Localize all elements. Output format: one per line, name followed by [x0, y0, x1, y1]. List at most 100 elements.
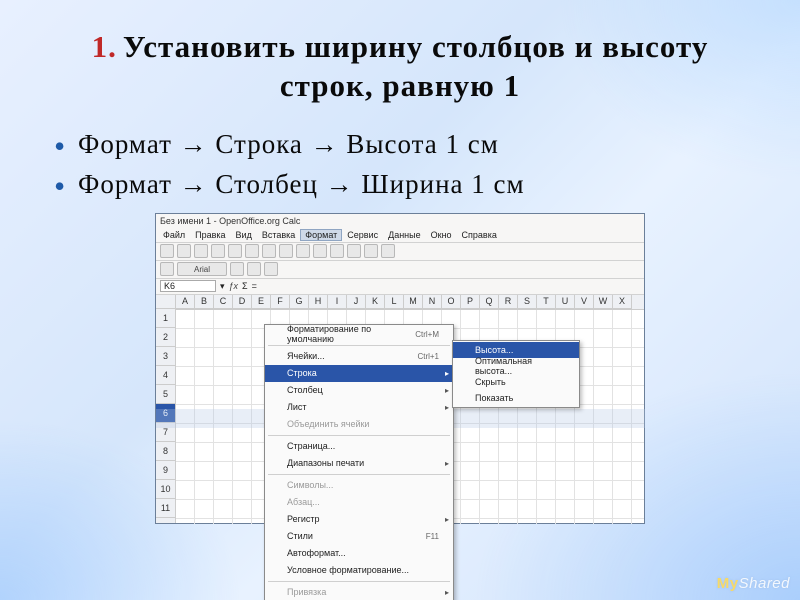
row-header[interactable]: 11 — [156, 499, 175, 518]
toolbar-button[interactable] — [177, 244, 191, 258]
bullet-item: Формат → Столбец → Ширина 1 см — [56, 164, 754, 205]
menu-item[interactable]: Автоформат... — [265, 545, 453, 562]
col-header[interactable]: M — [404, 295, 423, 309]
toolbar-button[interactable] — [194, 244, 208, 258]
col-header[interactable]: V — [575, 295, 594, 309]
menu-view[interactable]: Вид — [231, 230, 257, 240]
menu-item: Абзац... — [265, 494, 453, 511]
row-header[interactable]: 2 — [156, 328, 175, 347]
slide-title-text: Установить ширину столбцов и высоту стро… — [123, 29, 708, 103]
row-submenu: Высота...Оптимальная высота...СкрытьПока… — [452, 340, 580, 408]
menu-item[interactable]: Условное форматирование... — [265, 562, 453, 579]
col-header[interactable]: A — [176, 295, 195, 309]
column-headers: A B C D E F G H I J K L M N O P Q — [176, 295, 644, 310]
menu-item[interactable]: Столбец — [265, 382, 453, 399]
col-header[interactable]: J — [347, 295, 366, 309]
toolbar-button[interactable] — [364, 244, 378, 258]
formula-bar: K6 ▾ ƒx Σ = — [156, 279, 644, 295]
toolbar-button[interactable] — [160, 262, 174, 276]
menu-item[interactable]: Ячейки...Ctrl+1 — [265, 348, 453, 365]
toolbar-button[interactable] — [211, 244, 225, 258]
toolbar-button[interactable] — [245, 244, 259, 258]
row-header[interactable]: 9 — [156, 461, 175, 480]
toolbar-standard — [156, 243, 644, 261]
col-header[interactable]: S — [518, 295, 537, 309]
watermark: MyShared — [717, 575, 790, 592]
col-header[interactable]: Q — [480, 295, 499, 309]
toolbar-button[interactable] — [381, 244, 395, 258]
corner-cell[interactable] — [156, 295, 175, 309]
menu-edit[interactable]: Правка — [190, 230, 230, 240]
col-header[interactable]: P — [461, 295, 480, 309]
col-header[interactable]: G — [290, 295, 309, 309]
sigma-icon[interactable]: Σ — [242, 281, 248, 291]
toolbar-button[interactable] — [262, 244, 276, 258]
col-header[interactable]: U — [556, 295, 575, 309]
chevron-down-icon[interactable]: ▾ — [220, 281, 225, 292]
row-header[interactable]: 8 — [156, 442, 175, 461]
calc-screenshot: Без имени 1 - OpenOffice.org Calc Файл П… — [155, 213, 645, 524]
watermark-part1: My — [717, 575, 739, 592]
menu-help[interactable]: Справка — [457, 230, 502, 240]
toolbar-button[interactable] — [264, 262, 278, 276]
toolbar-button[interactable] — [228, 244, 242, 258]
col-header[interactable]: T — [537, 295, 556, 309]
menu-file[interactable]: Файл — [158, 230, 190, 240]
col-header[interactable]: K — [366, 295, 385, 309]
col-header[interactable]: O — [442, 295, 461, 309]
menu-insert[interactable]: Вставка — [257, 230, 300, 240]
menu-item[interactable]: Страница... — [265, 438, 453, 455]
toolbar-button[interactable] — [230, 262, 244, 276]
bullet-item: Формат → Строка → Высота 1 см — [56, 124, 754, 165]
toolbar-button[interactable] — [347, 244, 361, 258]
menu-item[interactable]: Форматирование по умолчаниюCtrl+M — [265, 326, 453, 343]
submenu-item[interactable]: Скрыть — [453, 374, 579, 390]
col-header[interactable]: F — [271, 295, 290, 309]
row-header[interactable]: 1 — [156, 309, 175, 328]
row-header[interactable]: 7 — [156, 423, 175, 442]
equals-icon[interactable]: = — [252, 281, 257, 291]
menu-item[interactable]: Строка — [265, 365, 453, 382]
toolbar-button[interactable] — [330, 244, 344, 258]
slide-number: 1. — [92, 29, 117, 64]
menu-format[interactable]: Формат — [300, 229, 342, 241]
col-header[interactable]: C — [214, 295, 233, 309]
col-header[interactable]: E — [252, 295, 271, 309]
menu-item[interactable]: Лист — [265, 399, 453, 416]
row-header[interactable]: 3 — [156, 347, 175, 366]
row-header[interactable]: 6 — [156, 404, 175, 423]
row-header[interactable]: 5 — [156, 385, 175, 404]
toolbar-button[interactable] — [160, 244, 174, 258]
toolbar-button[interactable] — [296, 244, 310, 258]
col-header[interactable]: L — [385, 295, 404, 309]
col-header[interactable]: W — [594, 295, 613, 309]
submenu-item[interactable]: Показать — [453, 390, 579, 406]
toolbar-button[interactable] — [279, 244, 293, 258]
fx-icon[interactable]: ƒx — [229, 281, 239, 291]
submenu-item[interactable]: Оптимальная высота... — [453, 358, 579, 374]
toolbar-button[interactable] — [247, 262, 261, 276]
col-header[interactable]: X — [613, 295, 632, 309]
cell-reference-box[interactable]: K6 — [160, 280, 216, 292]
bullet-list: Формат → Строка → Высота 1 см Формат → С… — [46, 124, 754, 205]
col-header[interactable]: N — [423, 295, 442, 309]
spreadsheet-area: 1 2 3 4 5 6 7 8 9 10 11 A B C D E F — [156, 295, 644, 523]
col-header[interactable]: H — [309, 295, 328, 309]
col-header[interactable]: R — [499, 295, 518, 309]
row-header[interactable]: 10 — [156, 480, 175, 499]
menu-item[interactable]: СтилиF11 — [265, 528, 453, 545]
menu-data[interactable]: Данные — [383, 230, 426, 240]
slide: 1.Установить ширину столбцов и высоту ст… — [0, 0, 800, 600]
col-header[interactable]: D — [233, 295, 252, 309]
toolbar-button[interactable] — [313, 244, 327, 258]
menu-window[interactable]: Окно — [426, 230, 457, 240]
col-header[interactable]: I — [328, 295, 347, 309]
row-header[interactable]: 4 — [156, 366, 175, 385]
col-header[interactable]: B — [195, 295, 214, 309]
menu-tools[interactable]: Сервис — [342, 230, 383, 240]
menu-item[interactable]: Регистр — [265, 511, 453, 528]
menu-item: Символы... — [265, 477, 453, 494]
menu-item[interactable]: Диапазоны печати — [265, 455, 453, 472]
font-combo[interactable]: Arial — [177, 262, 227, 276]
menubar: Файл Правка Вид Вставка Формат Сервис Да… — [156, 229, 644, 243]
